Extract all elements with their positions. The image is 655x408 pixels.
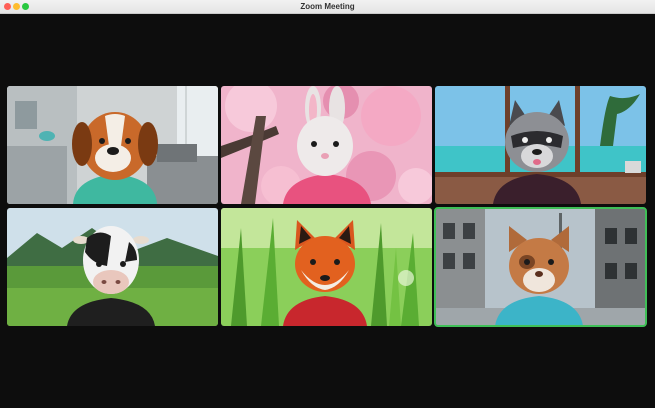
dog-avatar: [72, 112, 158, 204]
title-bar: Zoom Meeting: [0, 0, 655, 14]
video-tile-cow[interactable]: [7, 208, 218, 326]
video-gallery: [0, 14, 655, 408]
video-tile-bunny[interactable]: [221, 86, 432, 204]
video-tile-raccoon[interactable]: [435, 86, 646, 204]
video-tile-cat[interactable]: [434, 207, 647, 327]
window-title: Zoom Meeting: [300, 2, 355, 11]
video-tile-dog[interactable]: [7, 86, 218, 204]
video-tile-fox[interactable]: [221, 208, 432, 326]
